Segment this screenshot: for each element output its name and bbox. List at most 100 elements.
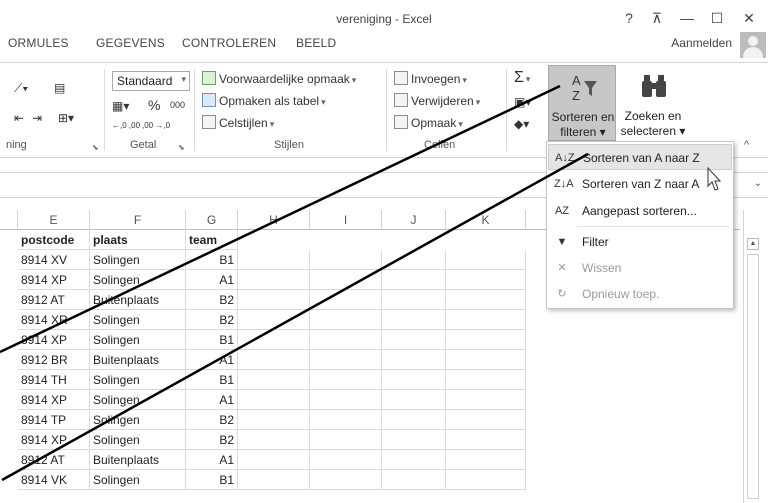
empty-cell[interactable] [238,350,310,370]
empty-cell[interactable] [382,250,446,270]
header-cell-plaats[interactable]: plaats [90,230,186,250]
table-cell-postcode[interactable]: 8914 XP [18,330,90,350]
table-cell-postcode[interactable]: 8914 VK [18,470,90,490]
table-cell-team[interactable]: A1 [186,450,238,470]
empty-cell[interactable] [446,430,526,450]
clear-eraser-icon[interactable]: ◆▾ [514,117,529,131]
table-cell-postcode[interactable]: 8914 XP [18,270,90,290]
table-cell-postcode[interactable]: 8914 XR [18,310,90,330]
table-cell-team[interactable]: A1 [186,390,238,410]
empty-cell[interactable] [238,430,310,450]
table-cell-plaats[interactable]: Solingen [90,270,186,290]
empty-cell[interactable] [310,370,382,390]
increase-indent-icon[interactable]: ⇥ [32,111,42,125]
number-format-select[interactable]: Standaard ▾ [112,71,190,91]
table-cell-team[interactable]: B2 [186,430,238,450]
empty-cell[interactable] [446,310,526,330]
menu-item-clear[interactable]: ✕ Wissen [548,255,732,281]
empty-cell[interactable] [382,430,446,450]
empty-cell[interactable] [382,310,446,330]
minimize-button[interactable]: — [678,10,696,26]
tab-formules[interactable]: ORMULES [8,36,69,50]
percent-button[interactable]: % [148,97,160,113]
empty-cell[interactable] [382,290,446,310]
empty-cell[interactable] [382,270,446,290]
help-button[interactable]: ? [620,10,638,26]
format-cells-button[interactable]: Opmaak ▾ [394,115,463,130]
vertical-scrollbar[interactable]: ▲ [743,210,761,503]
decrease-indent-icon[interactable]: ⇤ [14,111,24,125]
table-cell-postcode[interactable]: 8914 XP [18,390,90,410]
table-cell-team[interactable]: A1 [186,350,238,370]
tab-beeld[interactable]: BEELD [296,36,336,50]
menu-item-sort-a-z[interactable]: A↓Z Sorteren van A naar Z [548,144,732,170]
empty-cell[interactable] [238,290,310,310]
table-cell-postcode[interactable]: 8912 AT [18,450,90,470]
empty-cell[interactable] [238,310,310,330]
header-cell-team[interactable]: team [186,230,238,250]
column-header-j[interactable]: J [382,210,446,230]
table-cell-plaats[interactable]: Solingen [90,250,186,270]
empty-cell[interactable] [446,410,526,430]
table-cell-team[interactable]: B2 [186,310,238,330]
table-cell-plaats[interactable]: Solingen [90,470,186,490]
tab-gegevens[interactable]: GEGEVENS [96,36,165,50]
table-cell-plaats[interactable]: Buitenplaats [90,290,186,310]
maximize-button[interactable]: ☐ [708,10,726,26]
menu-item-custom-sort[interactable]: AZ Aangepast sorteren... [548,198,732,224]
empty-cell[interactable] [382,370,446,390]
collapse-ribbon-icon[interactable]: ^ [744,139,749,151]
empty-cell[interactable] [446,270,526,290]
number-dialog-launcher-icon[interactable]: ⬊ [178,143,185,152]
scrollbar-thumb[interactable] [747,254,759,499]
find-select-button[interactable]: Zoeken en selecteren ▾ [618,65,688,141]
delete-cells-button[interactable]: Verwijderen ▾ [394,93,480,108]
empty-cell[interactable] [238,270,310,290]
table-cell-team[interactable]: B1 [186,370,238,390]
tab-controleren[interactable]: CONTROLEREN [182,36,276,50]
format-as-table-button[interactable]: Opmaken als tabel ▾ [202,93,326,108]
sort-filter-button[interactable]: A Z Sorteren en filteren ▾ [548,65,616,141]
empty-cell[interactable] [310,410,382,430]
empty-cell[interactable] [310,270,382,290]
empty-cell[interactable] [310,310,382,330]
empty-cell[interactable] [446,290,526,310]
empty-cell[interactable] [446,390,526,410]
table-cell-plaats[interactable]: Buitenplaats [90,350,186,370]
table-cell-team[interactable]: B1 [186,250,238,270]
orientation-icon[interactable]: ⟋▾ [14,81,28,96]
table-cell-team[interactable]: B1 [186,330,238,350]
empty-cell[interactable] [310,290,382,310]
menu-item-sort-z-a[interactable]: Z↓A Sorteren van Z naar A [548,171,732,197]
scroll-up-icon[interactable]: ▲ [747,238,759,250]
empty-cell[interactable] [382,390,446,410]
insert-cells-button[interactable]: Invoegen ▾ [394,71,467,86]
column-header-h[interactable]: H [238,210,310,230]
empty-cell[interactable] [382,470,446,490]
empty-cell[interactable] [446,470,526,490]
column-header-g[interactable]: G [186,210,238,230]
empty-cell[interactable] [446,370,526,390]
close-button[interactable]: ✕ [740,10,758,26]
table-cell-postcode[interactable]: 8912 AT [18,290,90,310]
table-cell-plaats[interactable]: Solingen [90,410,186,430]
sign-in-link[interactable]: Aanmelden [671,36,732,50]
table-cell-plaats[interactable]: Solingen [90,430,186,450]
table-cell-plaats[interactable]: Solingen [90,390,186,410]
empty-cell[interactable] [238,450,310,470]
table-cell-postcode[interactable]: 8914 XV [18,250,90,270]
user-avatar-icon[interactable] [740,32,766,58]
conditional-formatting-button[interactable]: Voorwaardelijke opmaak ▾ [202,71,356,86]
thousands-separator-button[interactable]: 000 [170,100,185,110]
empty-cell[interactable] [310,430,382,450]
table-cell-plaats[interactable]: Solingen [90,310,186,330]
empty-cell[interactable] [310,350,382,370]
table-cell-postcode[interactable]: 8914 TH [18,370,90,390]
empty-cell[interactable] [310,330,382,350]
empty-cell[interactable] [382,350,446,370]
empty-cell[interactable] [446,350,526,370]
table-cell-postcode[interactable]: 8914 XP [18,430,90,450]
table-cell-team[interactable]: B1 [186,470,238,490]
table-cell-postcode[interactable]: 8914 TP [18,410,90,430]
menu-item-reapply[interactable]: ↻ Opnieuw toep. [548,281,732,307]
